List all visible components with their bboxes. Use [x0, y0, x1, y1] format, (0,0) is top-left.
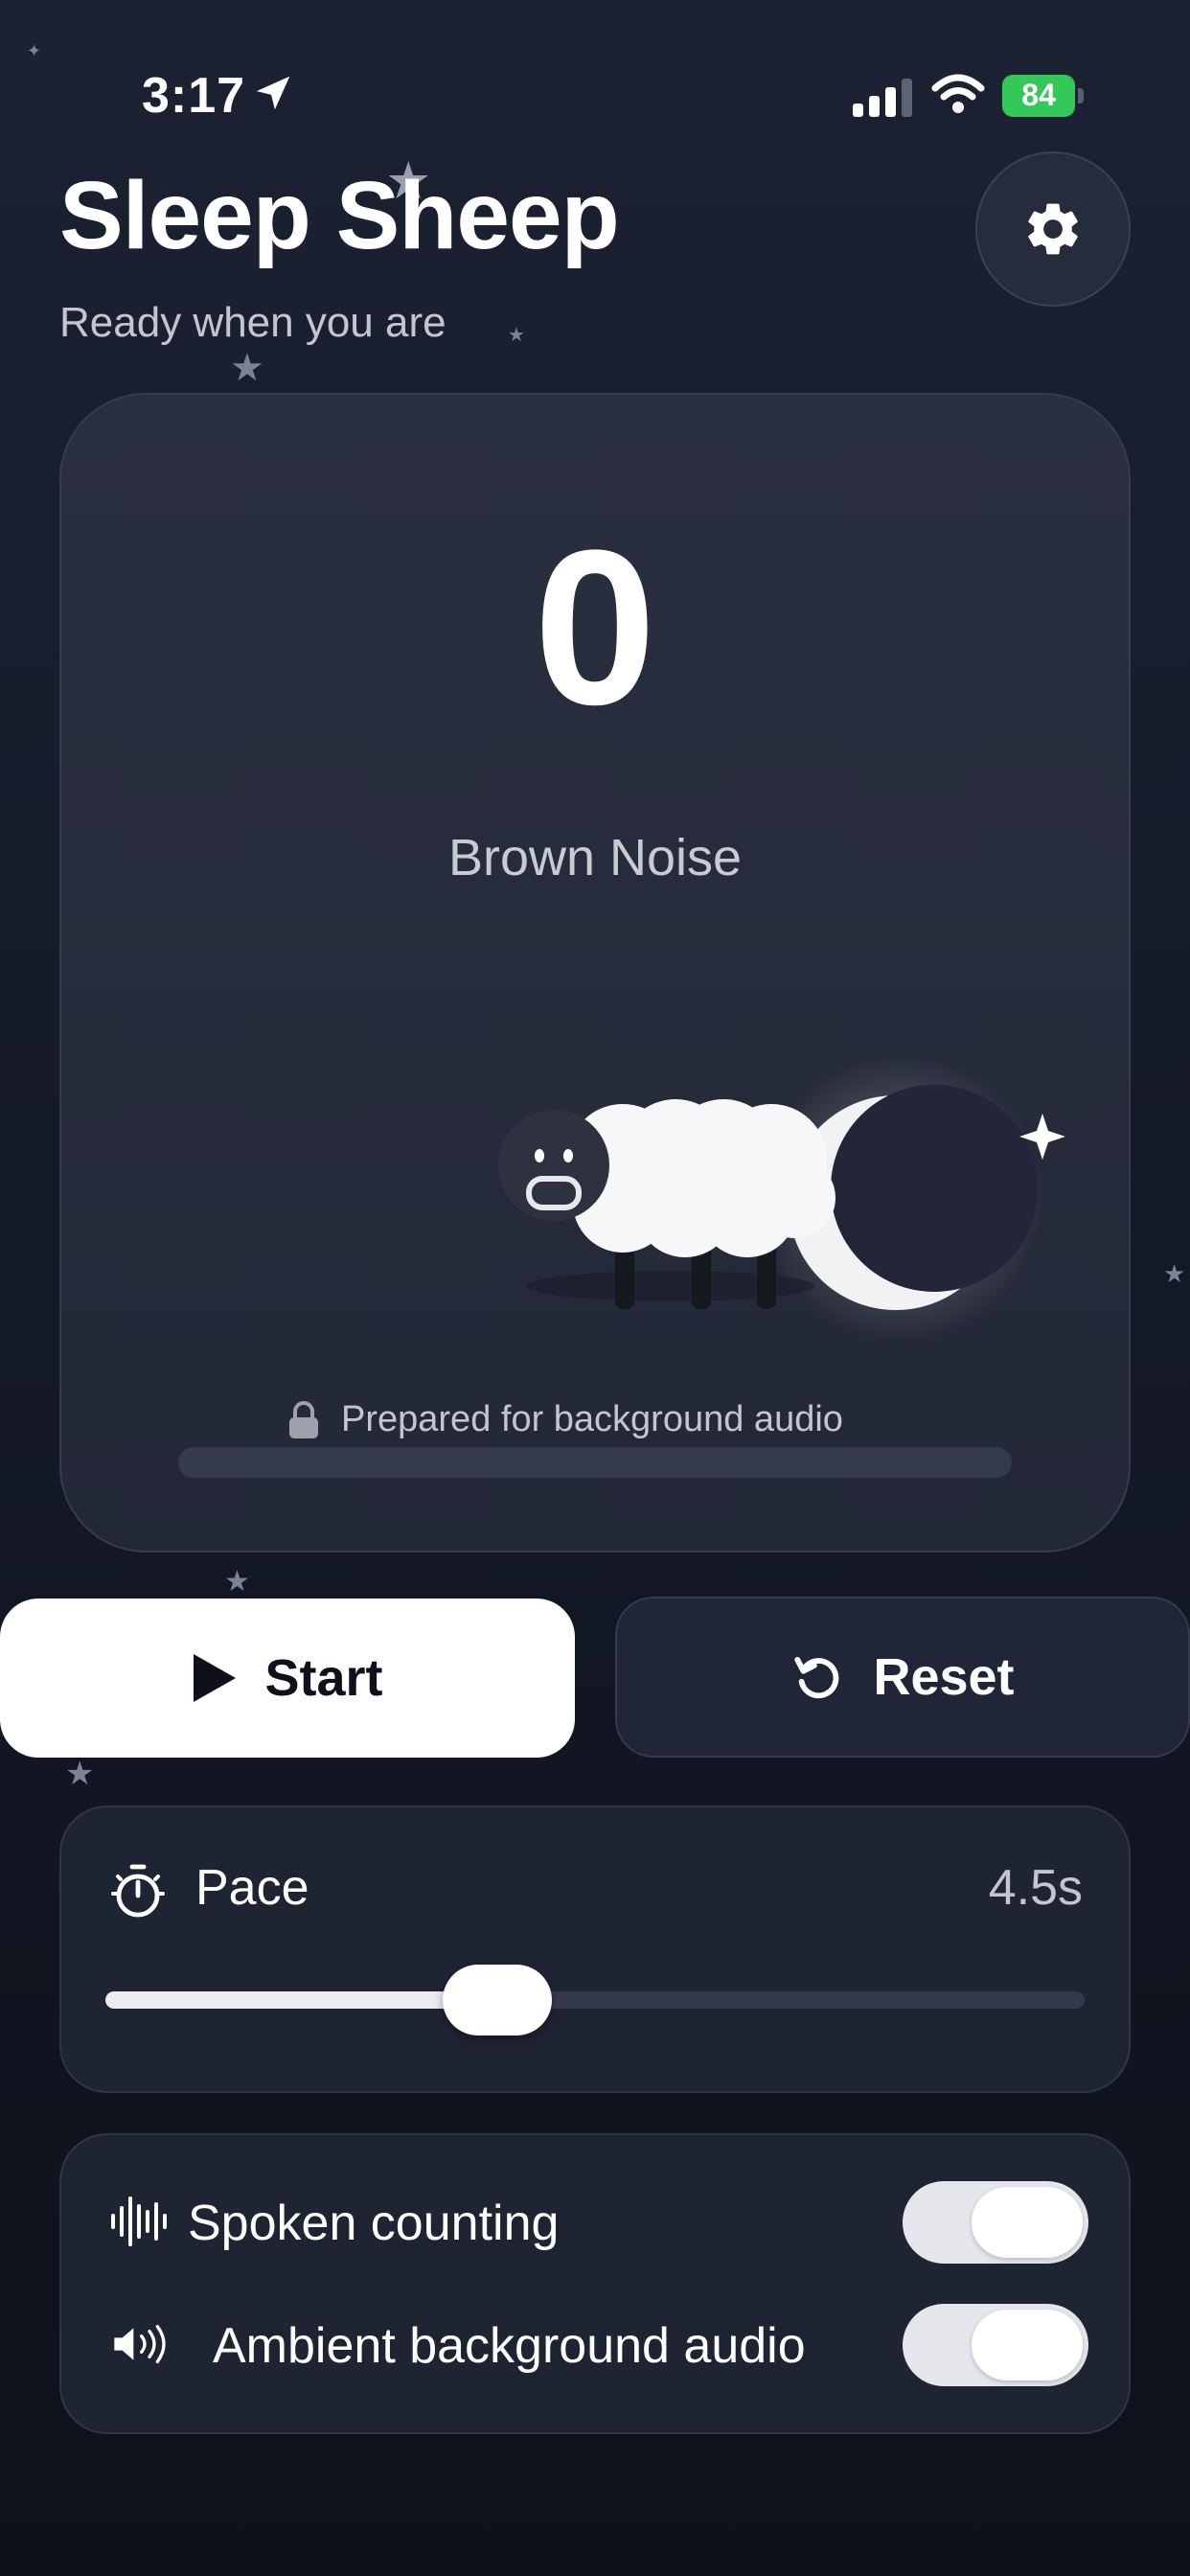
- status-time: 3:17: [142, 68, 246, 124]
- spoken-counting-label: Spoken counting: [188, 2196, 560, 2251]
- audio-status: Prepared for background audio: [287, 1399, 843, 1440]
- star-icon: ★: [224, 1566, 250, 1598]
- location-arrow-icon: [256, 76, 290, 110]
- sheep-count: 0: [534, 504, 656, 750]
- reset-button[interactable]: Reset: [615, 1597, 1190, 1758]
- sound-name: Brown Noise: [447, 829, 743, 886]
- timer-icon: [111, 1864, 165, 1918]
- toggle-knob: [972, 2187, 1083, 2258]
- waveform-icon: [111, 2196, 167, 2246]
- ambient-audio-label: Ambient background audio: [213, 2318, 806, 2374]
- star-icon: ✦: [27, 41, 42, 60]
- lock-icon: [289, 1400, 318, 1438]
- gear-icon: [1028, 203, 1078, 255]
- pace-label: Pace: [195, 1860, 309, 1916]
- play-icon: [194, 1654, 237, 1702]
- reset-label: Reset: [873, 1648, 1015, 1706]
- start-label: Start: [264, 1649, 383, 1707]
- progress-bar: [178, 1447, 1012, 1478]
- audio-settings-card: [59, 2133, 1131, 2434]
- pace-card: [59, 1806, 1131, 2093]
- star-icon: ★: [230, 347, 264, 389]
- page-subtitle: Ready when you are: [59, 299, 446, 346]
- page-title: Sleep Sheep: [59, 162, 620, 269]
- pace-value: 4.5s: [988, 1860, 1083, 1916]
- star-icon: ★: [508, 325, 525, 346]
- star-icon: ★: [1163, 1259, 1186, 1288]
- speaker-icon: [114, 2325, 166, 2363]
- battery-charging-icon: 84: [1002, 75, 1085, 117]
- spoken-counting-toggle[interactable]: [903, 2181, 1088, 2264]
- reset-icon: [794, 1656, 839, 1699]
- settings-button[interactable]: [975, 151, 1131, 307]
- cellular-signal-icon: [853, 79, 912, 117]
- sheep-moon-illustration: [498, 1054, 1065, 1342]
- pace-slider-thumb[interactable]: [442, 1965, 552, 2036]
- ambient-audio-toggle[interactable]: [903, 2304, 1088, 2386]
- audio-status-text: Prepared for background audio: [341, 1399, 843, 1439]
- battery-level: 84: [1021, 78, 1056, 112]
- start-button[interactable]: Start: [0, 1598, 575, 1758]
- wifi-icon: [931, 74, 985, 113]
- toggle-knob: [972, 2310, 1083, 2380]
- pace-slider-fill: [105, 1991, 497, 2009]
- star-icon: ★: [65, 1756, 95, 1792]
- sheep-head: [498, 1110, 609, 1221]
